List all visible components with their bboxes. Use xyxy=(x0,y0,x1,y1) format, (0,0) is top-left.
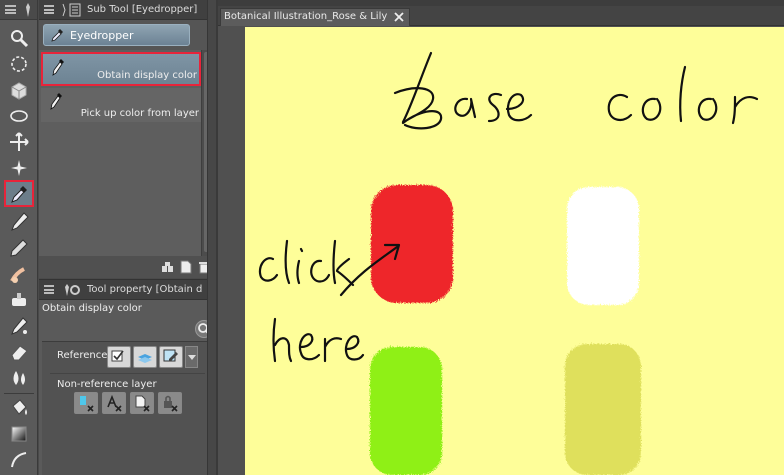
decoration-tool-button[interactable] xyxy=(4,312,34,339)
lasso-select-tool-button[interactable] xyxy=(4,50,34,77)
pencil-icon xyxy=(10,238,28,257)
layers-check-icon xyxy=(111,350,124,362)
fill-drop-icon xyxy=(13,370,25,385)
subtool-panel-header: Sub Tool [Eyedropper] xyxy=(39,0,215,20)
new-subtool-icon[interactable] xyxy=(179,260,193,274)
tool-property-subtool-name: Obtain display color xyxy=(42,303,142,314)
exclude-paper-button[interactable] xyxy=(74,392,98,414)
canvas-area: Botanical Illustration_Rose & Lily xyxy=(218,0,784,475)
gradient-tool-button[interactable] xyxy=(4,420,34,447)
settings-divider xyxy=(50,373,205,374)
gradient-icon xyxy=(11,426,27,441)
layer-stack-icon xyxy=(138,354,152,363)
panel-edge-strip xyxy=(207,0,216,475)
eyedropper-icon xyxy=(52,59,64,76)
reference-dropdown[interactable] xyxy=(185,346,198,368)
handwritten-base-color xyxy=(393,51,759,130)
reference-selected-layer-button[interactable] xyxy=(133,346,157,368)
zoom-tool-button[interactable] xyxy=(4,24,34,51)
canvas-drawing[interactable] xyxy=(245,27,784,475)
subtool-group-eyedropper[interactable]: Eyedropper xyxy=(43,24,190,46)
tool-property-header: Tool property [Obtain d xyxy=(39,280,215,300)
panel-menu-icon[interactable] xyxy=(44,5,54,14)
canvas-paper[interactable] xyxy=(245,27,784,475)
green-swatch[interactable] xyxy=(370,347,442,475)
object-tool-button[interactable] xyxy=(4,76,34,103)
object-icon xyxy=(11,81,27,100)
move-icon xyxy=(10,131,29,151)
zoom-icon xyxy=(11,29,29,47)
reference-label: Reference xyxy=(57,350,108,361)
fill-drop-tool-button[interactable] xyxy=(4,364,34,391)
toolbox-header xyxy=(0,0,37,20)
white-swatch[interactable] xyxy=(567,187,639,305)
decoration-icon xyxy=(11,316,28,335)
tool-property-settings: Reference Non-reference layer xyxy=(42,341,213,475)
lock-exclude-icon xyxy=(164,395,178,412)
subtool-panel-icon xyxy=(62,3,81,17)
tool-property-panel: Tool property [Obtain d Obtain display c… xyxy=(39,279,215,475)
blend-icon xyxy=(10,266,25,283)
panel-menu-icon[interactable] xyxy=(44,285,54,294)
document-tab[interactable]: Botanical Illustration_Rose & Lily xyxy=(220,8,411,26)
eyedropper-icon xyxy=(11,185,27,203)
text-exclude-icon xyxy=(107,394,122,412)
move-tool-button[interactable] xyxy=(4,128,34,155)
eraser-tool-button[interactable] xyxy=(4,338,34,365)
reference-buttons xyxy=(107,346,198,368)
pencil-tool-button[interactable] xyxy=(4,234,34,261)
exclude-text-button[interactable] xyxy=(102,392,126,414)
lasso-select-icon xyxy=(11,55,27,72)
non-reference-buttons xyxy=(74,392,182,414)
tool-property-title: Tool property [Obtain d xyxy=(87,284,203,295)
subtool-item-label: Pick up color from layer xyxy=(80,108,199,119)
panel-menu-icon[interactable] xyxy=(5,5,16,14)
toolbox-panel xyxy=(0,0,38,475)
eyedropper-tool-button[interactable] xyxy=(4,180,34,207)
subtool-panel-footer xyxy=(39,256,215,278)
eyedropper-icon xyxy=(51,29,63,42)
blend-tool-button[interactable] xyxy=(4,260,34,287)
subtool-item-obtain-display-color[interactable]: Obtain display color xyxy=(41,52,201,86)
eyedropper-icon xyxy=(50,93,62,110)
subtool-group-label: Eyedropper xyxy=(70,28,134,42)
non-reference-label: Non-reference layer xyxy=(57,379,157,390)
curve-icon xyxy=(11,451,27,467)
fill-bucket-icon xyxy=(12,398,27,415)
document-tab-title: Botanical Illustration_Rose & Lily xyxy=(224,11,388,22)
eraser-icon xyxy=(11,344,28,360)
fill-bucket-tool-button[interactable] xyxy=(4,394,34,421)
pin-icon xyxy=(26,3,30,17)
reference-all-layers-button[interactable] xyxy=(107,346,131,368)
pen-icon xyxy=(11,211,29,231)
subtool-panel-title: Sub Tool [Eyedropper] xyxy=(87,4,198,15)
page-exclude-icon xyxy=(135,395,150,412)
tool-property-icon xyxy=(65,284,80,296)
subtool-panel: Sub Tool [Eyedropper] Eyedropper Obtain … xyxy=(39,0,215,278)
ellipse-select-icon xyxy=(10,109,28,122)
curve-tool-button[interactable] xyxy=(4,446,34,473)
red-swatch[interactable] xyxy=(371,185,453,303)
exclude-locked-layer-button[interactable] xyxy=(158,392,182,414)
reference-layer-icon xyxy=(163,349,178,362)
pen-tool-button[interactable] xyxy=(4,208,34,235)
subtool-item-pick-up-color-from-layer[interactable]: Pick up color from layer xyxy=(41,88,201,122)
paper-exclude-icon xyxy=(80,396,94,412)
magic-wand-tool-button[interactable] xyxy=(4,154,34,181)
airbrush-icon xyxy=(12,292,26,306)
airbrush-tool-button[interactable] xyxy=(4,286,34,313)
ellipse-select-tool-button[interactable] xyxy=(4,102,34,129)
close-icon[interactable] xyxy=(394,12,404,22)
subtool-item-label: Obtain display color xyxy=(97,70,197,81)
reference-layer-button[interactable] xyxy=(159,346,183,368)
subtool-list: Obtain display color Pick up color from … xyxy=(39,50,201,256)
exclude-editing-layer-button[interactable] xyxy=(130,392,154,414)
olive-swatch[interactable] xyxy=(565,344,641,475)
document-tab-bar: Botanical Illustration_Rose & Lily xyxy=(218,6,784,26)
copy-subtool-icon[interactable] xyxy=(161,260,175,274)
magic-wand-icon xyxy=(11,159,27,176)
